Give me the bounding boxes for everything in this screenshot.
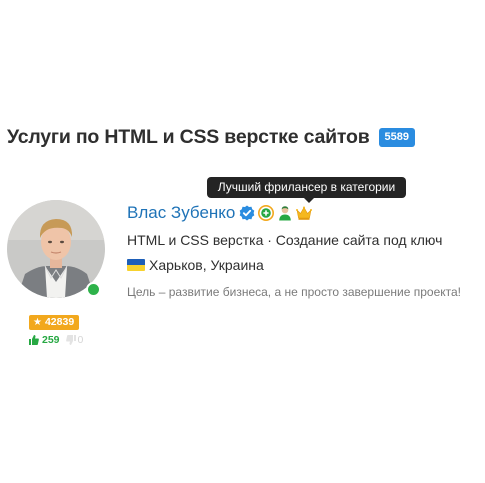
online-indicator [86,282,101,297]
services-count-badge: 5589 [378,128,415,147]
freelancer-specializations: HTML и CSS верстка · Создание сайта под … [127,232,443,248]
ukraine-flag-icon [127,259,145,271]
location-text: Харьков, Украина [149,257,264,273]
star-icon: ★ [33,317,42,328]
freelancer-name-link[interactable]: Влас Зубенко [127,203,235,223]
verified-check-icon[interactable] [239,205,255,221]
freelancer-location: Харьков, Украина [127,257,264,273]
dislikes-count: 0 [77,334,84,346]
reviews-summary[interactable]: 259 0 [29,334,83,346]
likes-count: 259 [42,334,60,346]
person-badge-icon[interactable] [277,205,293,221]
page-heading: Услуги по HTML и CSS верстке сайтов 5589 [7,126,415,149]
thumbs-down-icon [65,335,76,345]
freelancer-name-row: Влас Зубенко [127,203,315,223]
rating-value: 42839 [44,316,75,328]
plus-badge-icon[interactable] [258,205,275,221]
page-title: Услуги по HTML и CSS верстке сайтов [7,126,370,148]
rating-badge[interactable]: ★ 42839 [29,315,80,330]
freelancer-slogan: Цель – развитие бизнеса, а не просто зав… [127,285,462,299]
crown-icon[interactable] [296,205,313,221]
thumbs-up-icon [29,335,39,345]
best-freelancer-tooltip: Лучший фрилансер в категории [207,177,406,198]
